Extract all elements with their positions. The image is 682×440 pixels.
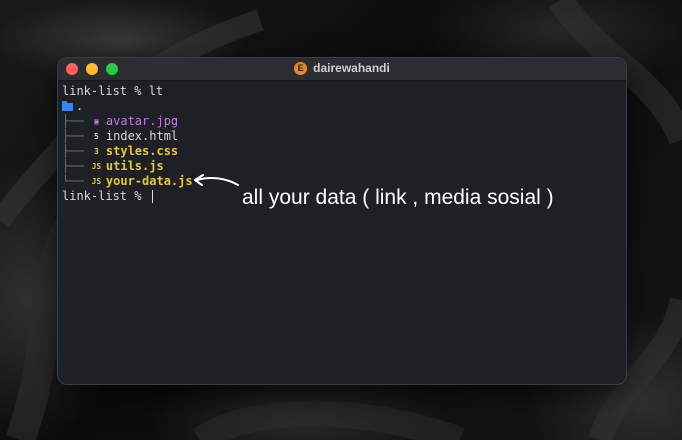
file-entry: ├── JS utils.js bbox=[62, 159, 622, 174]
command-text: lt bbox=[148, 84, 164, 98]
tree-branch: ├── bbox=[62, 144, 91, 158]
file-name: index.html bbox=[105, 129, 179, 143]
prompt: link-list % bbox=[62, 189, 149, 203]
file-name: your-data.js bbox=[105, 174, 193, 188]
file-name: utils.js bbox=[105, 159, 164, 173]
js-file-icon: JS bbox=[91, 162, 102, 171]
root-folder-name: . bbox=[76, 99, 84, 113]
file-name: styles.css bbox=[105, 144, 179, 158]
tree-branch: ├── bbox=[62, 114, 91, 128]
window-title: E dairewahandi bbox=[58, 61, 626, 75]
profile-icon: E bbox=[294, 61, 308, 75]
css-file-icon: 3 bbox=[93, 147, 99, 156]
arrow-icon bbox=[194, 174, 239, 186]
tree-branch: └── bbox=[62, 174, 91, 188]
tree-branch: ├── bbox=[62, 159, 91, 173]
html-file-icon: 5 bbox=[93, 132, 99, 141]
command-line: link-list % lt bbox=[62, 84, 622, 99]
folder-icon bbox=[62, 100, 73, 111]
root-folder-line: . bbox=[62, 99, 622, 114]
terminal-window[interactable]: E dairewahandi link-list % lt . ├── ▣ ava… bbox=[57, 57, 627, 385]
js-file-icon: JS bbox=[91, 177, 102, 186]
window-title-text: dairewahandi bbox=[313, 61, 390, 75]
file-entry: ├── 3 styles.css bbox=[62, 144, 622, 159]
file-entry: ├── 5 index.html bbox=[62, 129, 622, 144]
image-file-icon: ▣ bbox=[93, 117, 99, 126]
tree-branch: ├── bbox=[62, 129, 91, 143]
file-name: avatar.jpg bbox=[105, 114, 179, 128]
file-entry: ├── ▣ avatar.jpg bbox=[62, 114, 622, 129]
prompt: link-list % bbox=[62, 84, 149, 98]
text-cursor bbox=[151, 190, 153, 203]
title-bar[interactable]: E dairewahandi bbox=[58, 58, 626, 81]
annotation-label: all your data ( link , media sosial ) bbox=[242, 186, 554, 209]
